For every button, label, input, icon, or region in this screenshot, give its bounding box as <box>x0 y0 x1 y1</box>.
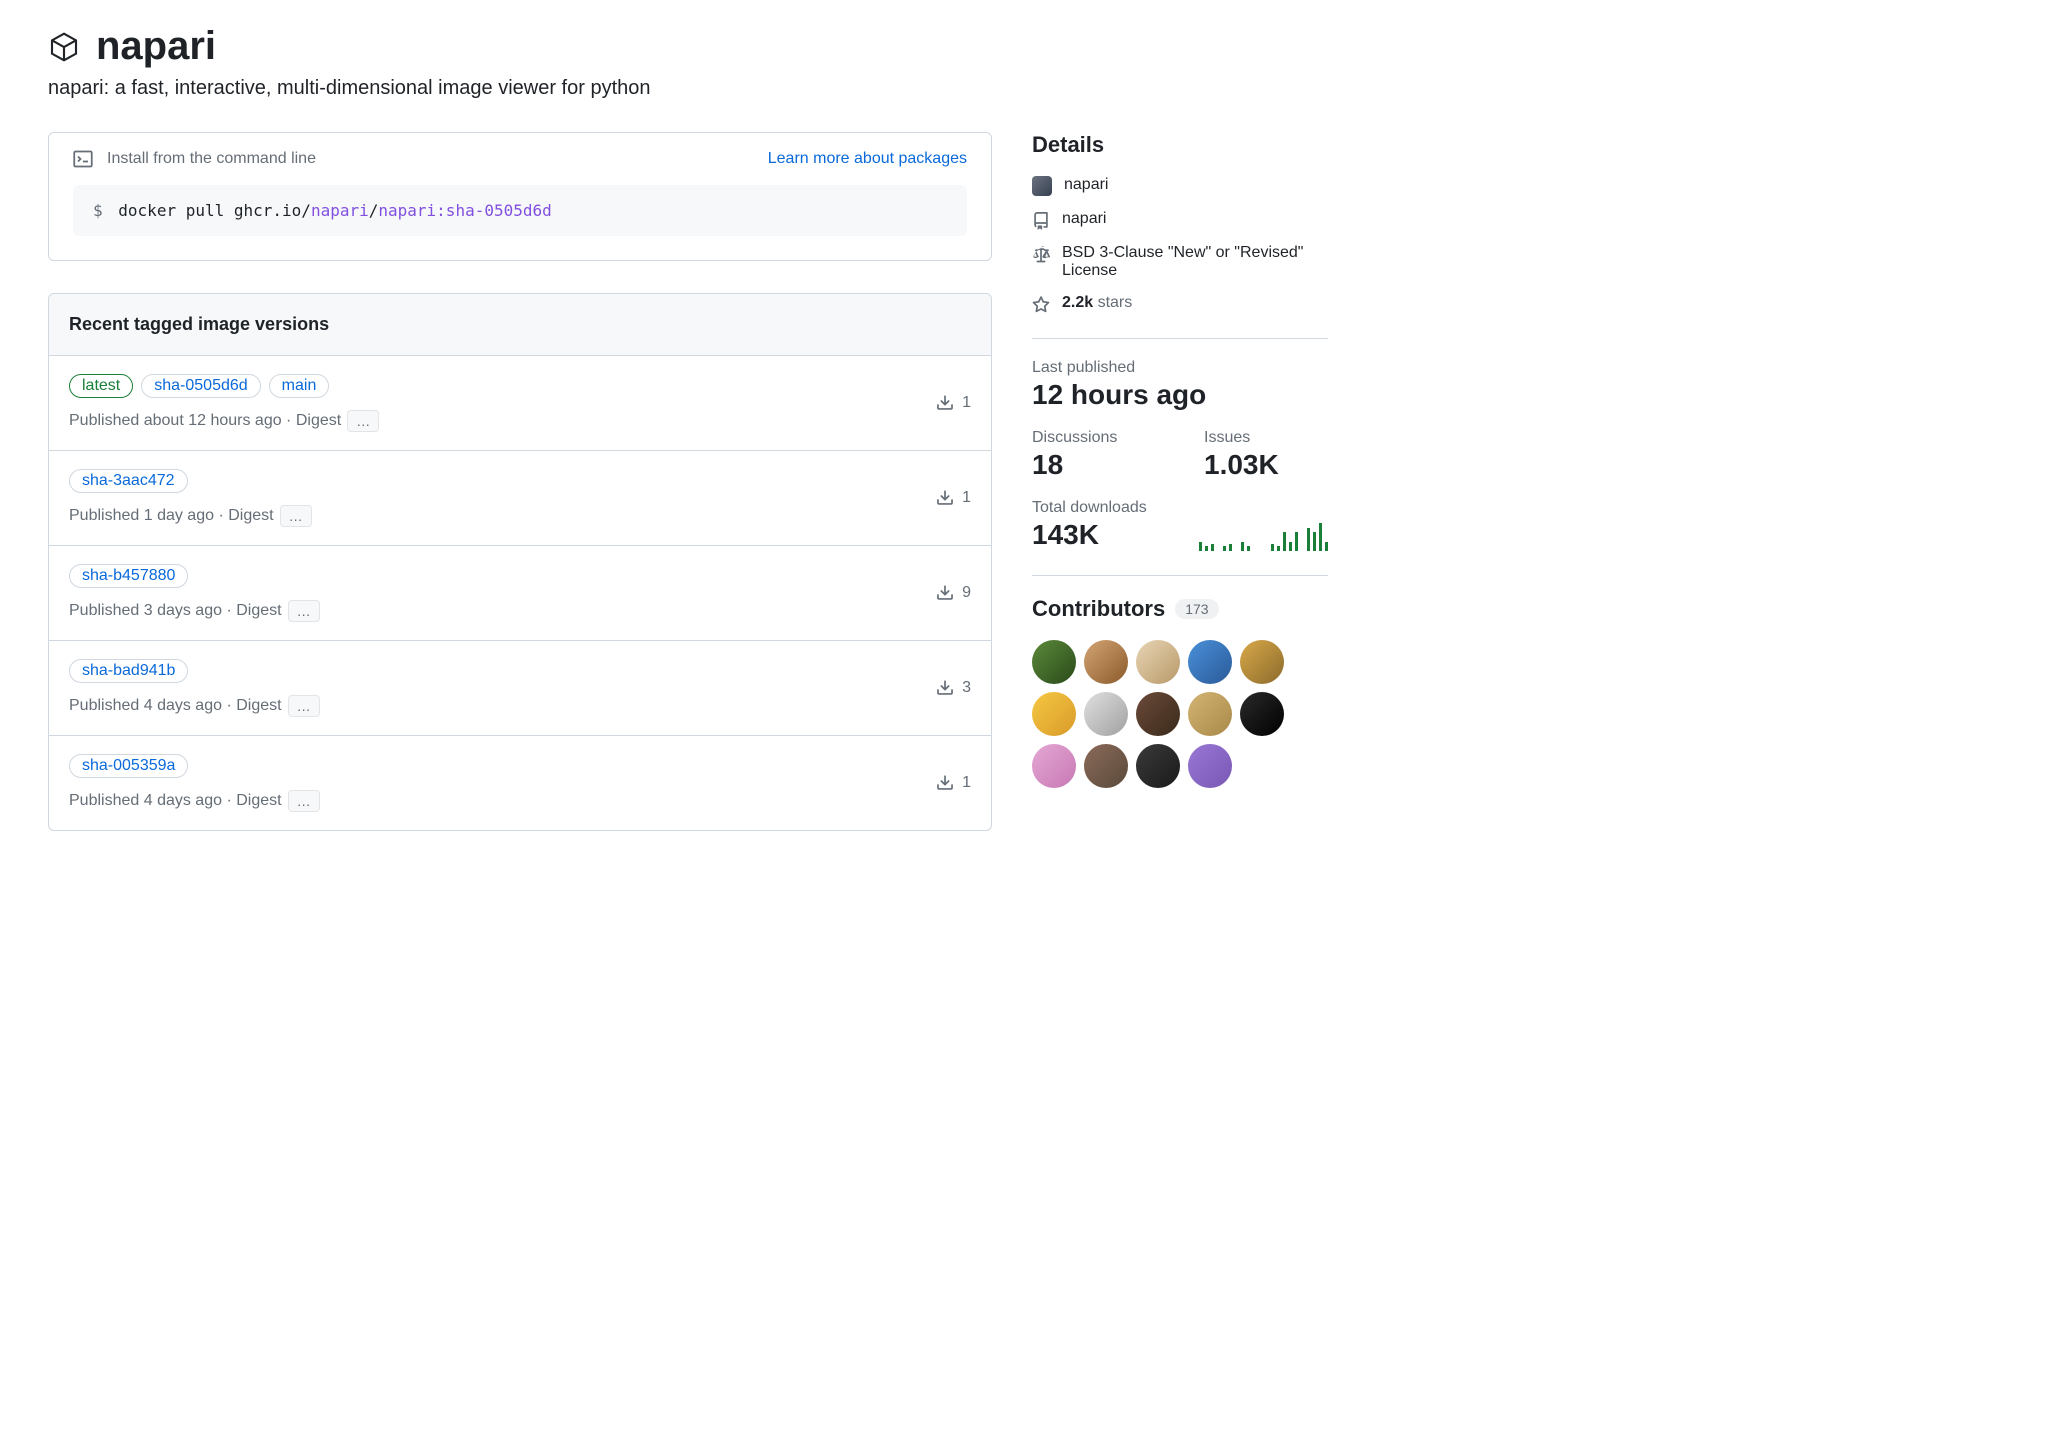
versions-title: Recent tagged image versions <box>49 294 991 356</box>
discussions-stat[interactable]: Discussions 18 <box>1032 429 1156 481</box>
last-published-label: Last published <box>1032 359 1328 377</box>
avatar[interactable] <box>1084 692 1128 736</box>
download-icon <box>936 394 954 412</box>
avatar[interactable] <box>1240 692 1284 736</box>
issues-stat[interactable]: Issues 1.03K <box>1204 429 1328 481</box>
version-row: sha-b457880 Published 3 days ago · Digest… <box>49 546 991 641</box>
repo-row[interactable]: napari <box>1032 210 1328 230</box>
avatar[interactable] <box>1136 692 1180 736</box>
download-icon <box>936 774 954 792</box>
download-count: 1 <box>936 489 971 507</box>
version-tag[interactable]: sha-3aac472 <box>69 469 188 493</box>
version-tag[interactable]: sha-b457880 <box>69 564 188 588</box>
avatar[interactable] <box>1188 692 1232 736</box>
divider <box>1032 338 1328 339</box>
download-count: 1 <box>936 394 971 412</box>
package-description: napari: a fast, interactive, multi-dimen… <box>48 77 1328 100</box>
install-box: Install from the command line Learn more… <box>48 132 992 261</box>
last-published-value: 12 hours ago <box>1032 379 1328 411</box>
details-title: Details <box>1032 132 1328 158</box>
license-link[interactable]: BSD 3-Clause "New" or "Revised" License <box>1062 244 1328 280</box>
digest-menu-button[interactable]: … <box>288 790 320 812</box>
version-row: sha-3aac472 Published 1 day ago · Digest…… <box>49 451 991 546</box>
avatar[interactable] <box>1240 640 1284 684</box>
install-label: Install from the command line <box>73 149 316 169</box>
version-meta: Published 4 days ago · Digest… <box>69 790 936 812</box>
download-count: 3 <box>936 679 971 697</box>
owner-link[interactable]: napari <box>1064 176 1108 194</box>
download-count: 9 <box>936 584 971 602</box>
downloads-stat: Total downloads 143K <box>1032 499 1147 551</box>
divider <box>1032 575 1328 576</box>
stars-row[interactable]: 2.2k stars <box>1032 294 1328 314</box>
download-icon <box>936 679 954 697</box>
version-tag[interactable]: sha-0505d6d <box>141 374 260 398</box>
owner-row[interactable]: napari <box>1032 176 1328 196</box>
package-title: napari <box>96 24 216 69</box>
download-icon <box>936 489 954 507</box>
contributors-section: Contributors 173 <box>1032 596 1328 788</box>
page-header: napari <box>48 24 1328 69</box>
version-tag[interactable]: sha-bad941b <box>69 659 188 683</box>
repo-link[interactable]: napari <box>1062 210 1106 228</box>
avatar[interactable] <box>1188 744 1232 788</box>
license-row[interactable]: BSD 3-Clause "New" or "Revised" License <box>1032 244 1328 280</box>
terminal-icon <box>73 149 93 169</box>
avatar[interactable] <box>1188 640 1232 684</box>
download-icon <box>936 584 954 602</box>
owner-avatar <box>1032 176 1052 196</box>
versions-box: Recent tagged image versions latest sha-0… <box>48 293 992 831</box>
repo-icon <box>1032 212 1050 230</box>
avatar[interactable] <box>1084 640 1128 684</box>
container-icon <box>48 31 80 63</box>
version-row: sha-bad941b Published 4 days ago · Digest… <box>49 641 991 736</box>
avatar[interactable] <box>1032 692 1076 736</box>
install-command[interactable]: $ docker pull ghcr.io/napari/napari:sha-… <box>73 185 967 236</box>
version-tag[interactable]: main <box>269 374 330 398</box>
contributors-count: 173 <box>1175 599 1218 619</box>
avatar[interactable] <box>1136 744 1180 788</box>
version-meta: Published 1 day ago · Digest… <box>69 505 936 527</box>
version-row: sha-005359a Published 4 days ago · Digest… <box>49 736 991 830</box>
star-icon <box>1032 296 1050 314</box>
avatar[interactable] <box>1032 640 1076 684</box>
avatar[interactable] <box>1136 640 1180 684</box>
law-icon <box>1032 246 1050 264</box>
version-meta: Published 3 days ago · Digest… <box>69 600 936 622</box>
downloads-sparkline <box>1199 521 1328 551</box>
digest-menu-button[interactable]: … <box>288 600 320 622</box>
version-tag[interactable]: sha-005359a <box>69 754 188 778</box>
digest-menu-button[interactable]: … <box>347 410 379 432</box>
stats-section: Last published 12 hours ago Discussions … <box>1032 359 1328 551</box>
digest-menu-button[interactable]: … <box>288 695 320 717</box>
version-meta: Published about 12 hours ago · Digest… <box>69 410 936 432</box>
contributors-avatars <box>1032 640 1328 788</box>
learn-more-link[interactable]: Learn more about packages <box>768 150 967 168</box>
version-tag[interactable]: latest <box>69 374 133 398</box>
details-section: Details napari napari BSD 3-Clause "New"… <box>1032 132 1328 314</box>
avatar[interactable] <box>1084 744 1128 788</box>
avatar[interactable] <box>1032 744 1076 788</box>
download-count: 1 <box>936 774 971 792</box>
version-row: latest sha-0505d6d main Published about 12 … <box>49 356 991 451</box>
digest-menu-button[interactable]: … <box>280 505 312 527</box>
version-meta: Published 4 days ago · Digest… <box>69 695 936 717</box>
contributors-title: Contributors <box>1032 596 1165 622</box>
